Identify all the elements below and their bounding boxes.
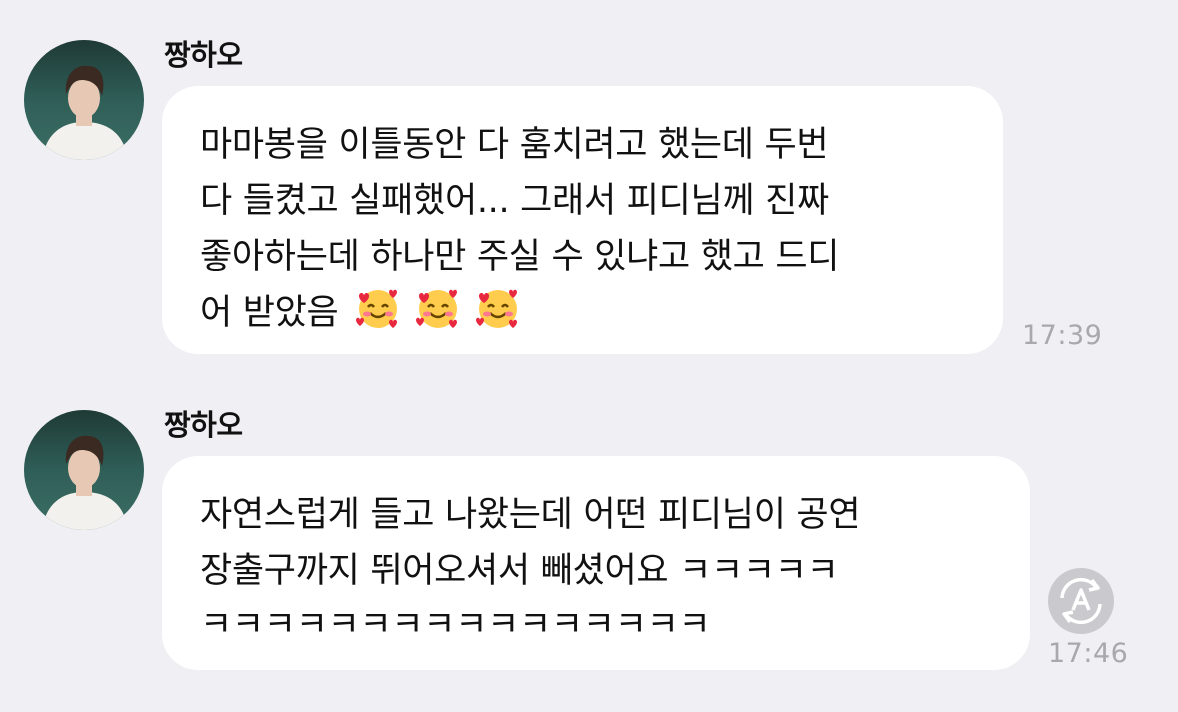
smiling-face-with-hearts-emoji	[415, 286, 461, 332]
message-line: 자연스럽게 들고 나왔는데 어떤 피디님이 공연	[200, 495, 861, 535]
avatar[interactable]	[24, 40, 144, 160]
message-timestamp: 17:46	[1048, 638, 1129, 669]
translate-button[interactable]	[1048, 568, 1114, 634]
smiling-face-with-hearts-emoji	[355, 286, 401, 332]
sender-name: 짱하오	[164, 408, 243, 442]
message-text: 어 받았음	[200, 293, 339, 333]
message-bubble[interactable]: 자연스럽게 들고 나왔는데 어떤 피디님이 공연 장출구까지 뛰어오셔서 빼셨어…	[162, 456, 1030, 670]
message-timestamp: 17:39	[1022, 320, 1103, 351]
sender-name: 짱하오	[164, 38, 243, 72]
profile-photo-icon	[24, 40, 144, 160]
message-line: ㅋㅋㅋㅋㅋㅋㅋㅋㅋㅋㅋㅋㅋㅋㅋㅋ	[200, 605, 711, 645]
message-line: 마마봉을 이틀동안 다 훔치려고 했는데 두번	[200, 125, 829, 165]
message-bubble[interactable]: 마마봉을 이틀동안 다 훔치려고 했는데 두번 다 들켰고 실패했어... 그래…	[162, 86, 1003, 354]
translate-icon	[1060, 577, 1102, 625]
avatar[interactable]	[24, 410, 144, 530]
message-line: 다 들켰고 실패했어... 그래서 피디님께 진짜	[200, 181, 829, 221]
message-line: 좋아하는데 하나만 주실 수 있냐고 했고 드디	[200, 237, 840, 277]
profile-photo-icon	[24, 410, 144, 530]
message-line: 장출구까지 뛰어오셔서 빼셨어요 ㅋㅋㅋㅋㅋ	[200, 551, 839, 591]
smiling-face-with-hearts-emoji	[475, 286, 521, 332]
message-line: 어 받았음	[200, 284, 535, 335]
